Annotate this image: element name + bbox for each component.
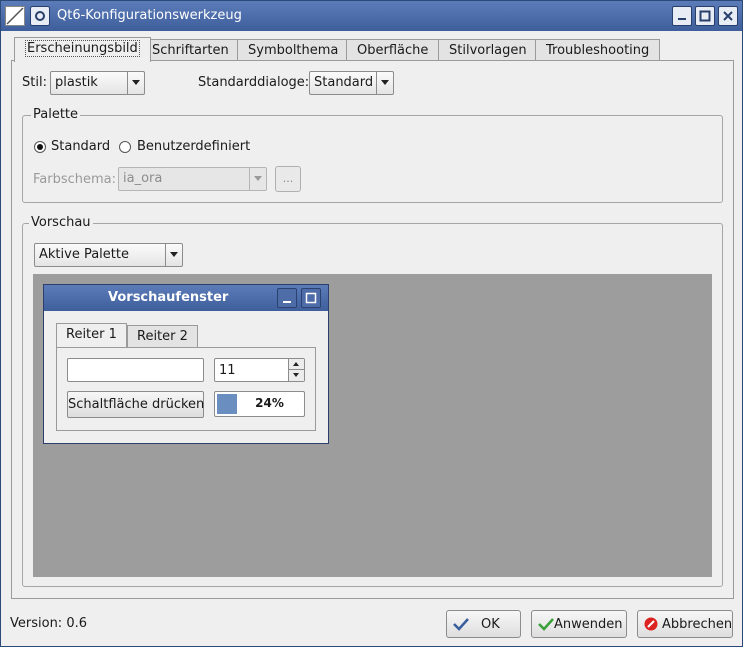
color-scheme-label: Farbschema: [33, 172, 117, 187]
radio-standard[interactable] [34, 141, 46, 153]
check-icon [453, 618, 469, 631]
minimize-icon [678, 18, 686, 20]
dialogs-value: Standard [314, 75, 374, 90]
maximize-icon [305, 292, 317, 304]
dialogs-combo[interactable]: Standard [309, 71, 394, 95]
preview-window: Vorschaufenster Reiter 1 Reiter 2 11 Sch… [43, 284, 329, 444]
preview-tab-1[interactable]: Reiter 1 [56, 323, 127, 347]
window-menu-icon[interactable] [30, 6, 50, 26]
radio-custom-label[interactable]: Benutzerdefiniert [137, 139, 250, 154]
spin-down-icon[interactable] [289, 370, 304, 381]
cancel-icon [644, 617, 658, 631]
tab-oberflaeche[interactable]: Oberfläche [346, 39, 440, 61]
preview-push-button[interactable]: Schaltfläche drücken [67, 391, 204, 418]
preview-area: Vorschaufenster Reiter 1 Reiter 2 11 Sch… [33, 274, 712, 577]
tab-symbolthema[interactable]: Symbolthema [237, 39, 350, 61]
chevron-down-icon [249, 168, 266, 190]
preview-title-bar: Vorschaufenster [44, 285, 328, 311]
version-label: Version: 0.6 [10, 616, 87, 631]
apply-button[interactable]: Anwenden [531, 610, 627, 638]
window-title: Qt6-Konfigurationswerkzeug [57, 8, 242, 23]
tab-stilvorlagen[interactable]: Stilvorlagen [438, 39, 538, 61]
palette-select-value: Aktive Palette [39, 247, 129, 262]
spin-up-icon[interactable] [289, 359, 304, 370]
color-scheme-edit-button[interactable]: ... [275, 166, 301, 192]
tab-erscheinungsbild[interactable]: Erscheinungsbild [14, 37, 151, 62]
color-scheme-value: ia_ora [123, 171, 163, 186]
preview-group-title: Vorschau [29, 215, 93, 230]
main-window: Qt6-Konfigurationswerkzeug Erscheinungsb… [0, 0, 743, 647]
title-bar[interactable]: Qt6-Konfigurationswerkzeug [1, 1, 742, 31]
tab-troubleshooting[interactable]: Troubleshooting [535, 39, 661, 61]
chevron-down-icon [127, 72, 144, 94]
preview-spinbox[interactable]: 11 [214, 358, 305, 382]
palette-group-title: Palette [31, 107, 81, 122]
chevron-down-icon [165, 244, 182, 266]
maximize-icon [699, 10, 711, 22]
preview-window-title: Vorschaufenster [108, 290, 229, 305]
radio-standard-label[interactable]: Standard [51, 139, 110, 154]
color-scheme-combo[interactable]: ia_ora [118, 167, 267, 191]
tab-schriftarten[interactable]: Schriftarten [141, 39, 240, 61]
chevron-down-icon [376, 72, 393, 94]
palette-select-combo[interactable]: Aktive Palette [34, 243, 183, 267]
progress-text: 24% [255, 396, 284, 410]
preview-text-input[interactable] [67, 358, 204, 382]
appearance-panel: Stil: plastik Standarddialoge: Standard … [11, 60, 734, 599]
style-combo[interactable]: plastik [50, 71, 145, 95]
style-label: Stil: [22, 75, 47, 90]
style-value: plastik [55, 75, 98, 90]
dialogs-label: Standarddialoge: [198, 75, 310, 90]
close-button[interactable] [718, 6, 738, 26]
maximize-button[interactable] [695, 6, 715, 26]
close-icon [723, 11, 733, 21]
radio-custom[interactable] [119, 141, 131, 153]
minimize-button[interactable] [672, 6, 692, 26]
ok-button[interactable]: OK [446, 610, 521, 638]
preview-tab-2[interactable]: Reiter 2 [127, 325, 198, 347]
cancel-button[interactable]: Abbrechen [637, 610, 733, 638]
preview-maximize-button[interactable] [301, 288, 321, 308]
spinbox-value: 11 [219, 363, 236, 378]
app-icon [5, 6, 25, 26]
check-icon [538, 618, 554, 631]
preview-minimize-button[interactable] [277, 288, 297, 308]
preview-progress-bar: 24% [214, 391, 305, 417]
preview-tab-panel: 11 Schaltfläche drücken 24% [56, 347, 316, 431]
minimize-icon [283, 301, 291, 303]
palette-group: Palette Standard Benutzerdefiniert Farbs… [22, 107, 723, 203]
